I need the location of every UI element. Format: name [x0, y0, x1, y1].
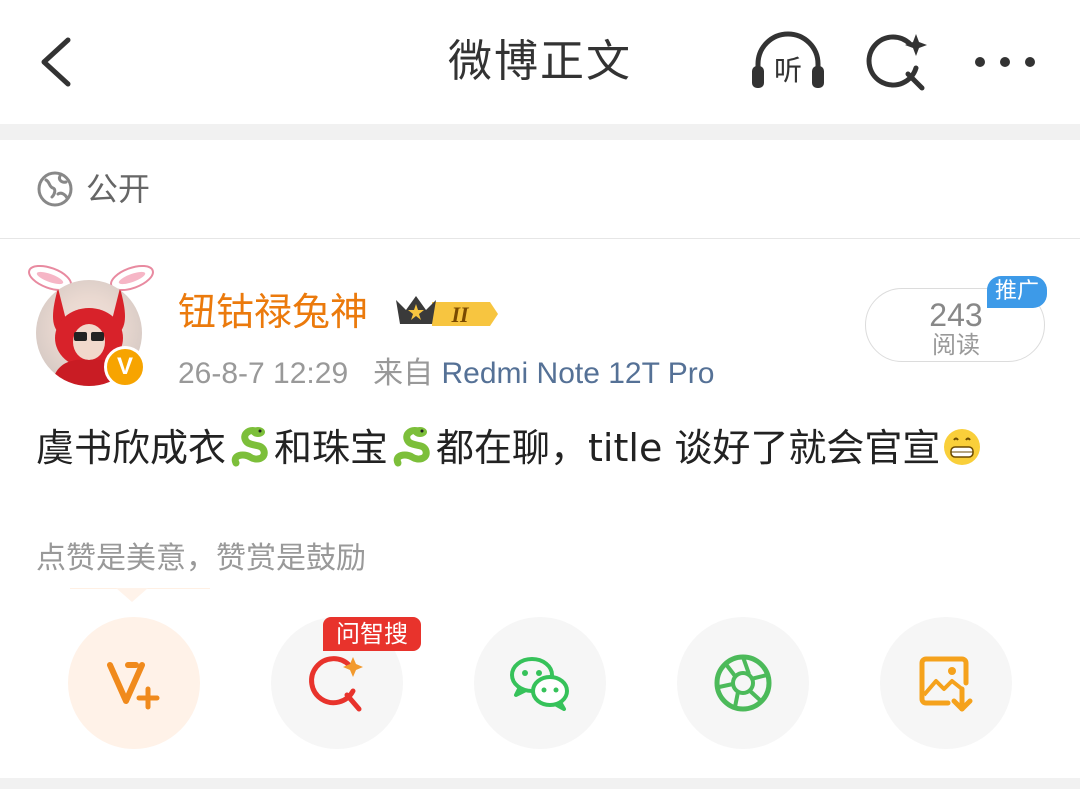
section-gap [0, 124, 1080, 140]
post-text-part: 都在聊，title 谈好了就会官宣 [436, 426, 941, 470]
top-nav-bar: 微博正文 听 [0, 0, 1080, 124]
save-image-button[interactable] [880, 617, 1012, 749]
encourage-text: 点赞是美意，赞赏是鼓励 [36, 541, 366, 576]
ai-search-button[interactable] [866, 30, 930, 94]
headphones-listen-icon: 听 [752, 31, 824, 88]
moments-icon [714, 654, 772, 712]
chevron-left-icon [41, 37, 71, 87]
visibility-label: 公开 [86, 170, 151, 208]
v-plus-button[interactable] [68, 617, 200, 749]
back-button[interactable] [30, 30, 90, 94]
verified-badge: V [104, 346, 146, 388]
more-options-button[interactable] [970, 30, 1040, 94]
tooltip-pointer [116, 588, 148, 602]
avatar[interactable]: V [28, 258, 158, 392]
post-text-part: 虞书欣成衣 [36, 426, 227, 470]
divider [0, 238, 1080, 239]
ask-search-badge: 问智搜 [323, 617, 421, 651]
wechat-icon [510, 657, 569, 711]
read-count-label: 阅读 [932, 331, 980, 359]
member-level: II [450, 302, 470, 327]
author-name[interactable]: 钮钴禄兔神 [178, 286, 368, 338]
bottom-gap [0, 778, 1080, 789]
post-meta: 26-8-7 12:29 来自 Redmi Note 12T Pro [178, 352, 714, 396]
globe-icon [37, 171, 73, 207]
post-source[interactable]: Redmi Note 12T Pro [442, 357, 715, 390]
wechat-share-button[interactable] [474, 617, 606, 749]
more-dots-icon [975, 57, 1035, 67]
member-badge[interactable]: II [394, 290, 500, 334]
post-timestamp: 26-8-7 12:29 [178, 357, 349, 390]
listen-label: 听 [774, 54, 802, 87]
crown-icon: II [396, 296, 498, 327]
snake-emoji-icon [231, 427, 268, 467]
ai-search-icon [309, 656, 363, 712]
post-text-part: 和珠宝 [274, 426, 389, 470]
snake-emoji-icon [393, 427, 430, 467]
save-image-icon [919, 656, 973, 712]
grin-emoji-icon [944, 429, 981, 465]
promo-badge[interactable]: 推广 [987, 276, 1047, 308]
post-text: 虞书欣成衣 和珠宝 都在聊，title 谈好了就会官宣 [36, 420, 1046, 476]
page-title: 微博正文 [448, 36, 632, 87]
visibility-row: 公开 [0, 140, 1080, 238]
source-prefix: 来自 [373, 357, 434, 390]
moments-share-button[interactable] [677, 617, 809, 749]
sparkle-search-icon [866, 34, 927, 91]
listen-button[interactable]: 听 [748, 30, 828, 94]
v-plus-icon [107, 662, 160, 710]
